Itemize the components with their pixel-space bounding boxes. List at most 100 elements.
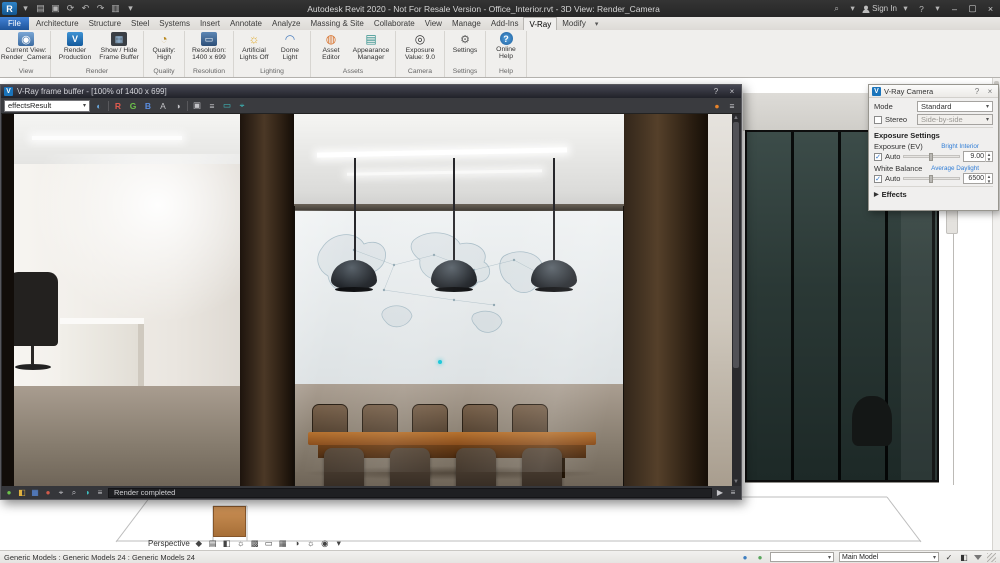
- save-image-icon[interactable]: ▣: [191, 100, 203, 112]
- vfb-close-button[interactable]: ×: [726, 87, 738, 96]
- vfb-help-button[interactable]: ?: [710, 87, 722, 96]
- blue-channel-icon[interactable]: B: [142, 100, 154, 112]
- wb-slider[interactable]: [903, 175, 960, 183]
- tab-view[interactable]: View: [420, 17, 447, 30]
- exposure-slider[interactable]: [903, 153, 960, 161]
- color-corrections-icon[interactable]: ◧: [17, 488, 27, 498]
- alpha-channel-icon[interactable]: A: [157, 100, 169, 112]
- stamp-icon[interactable]: ●: [4, 488, 14, 498]
- active-design-option-select[interactable]: Main Model ▾: [839, 552, 939, 562]
- tab-manage[interactable]: Manage: [447, 17, 486, 30]
- monochrome-icon[interactable]: ◑: [172, 100, 184, 112]
- save-icon[interactable]: ▣: [49, 2, 62, 15]
- wb-auto-checkbox[interactable]: ✓: [874, 174, 882, 183]
- exclude-options-icon[interactable]: ✓: [944, 553, 954, 562]
- customize-qat-caret-icon[interactable]: ▾: [124, 2, 137, 15]
- vfb-vertical-scrollbar[interactable]: ▲ ▼: [732, 114, 740, 486]
- vray-frame-buffer-window[interactable]: V V-Ray frame buffer - [100% of 1400 x 6…: [0, 84, 742, 500]
- history-panel-icon[interactable]: ≡: [95, 488, 105, 498]
- tab-steel[interactable]: Steel: [126, 17, 154, 30]
- compare-images-icon[interactable]: ▦: [30, 488, 40, 498]
- vcam-help-button[interactable]: ?: [972, 87, 982, 96]
- undo-icon[interactable]: ↶: [79, 2, 92, 15]
- request-icon[interactable]: ●: [755, 553, 765, 562]
- help-caret-icon[interactable]: ▾: [931, 2, 944, 15]
- exposure-value-button[interactable]: ◎ Exposure Value: 9.0: [399, 31, 441, 62]
- render-production-button[interactable]: V Render Production: [54, 31, 96, 62]
- progress-icon[interactable]: ▶: [715, 488, 725, 498]
- temporary-hide-isolate-icon[interactable]: ◑: [292, 538, 302, 548]
- navigation-bar-widget[interactable]: [946, 208, 958, 234]
- current-view-button[interactable]: ◉ Current View: Render_Camera: [1, 31, 51, 62]
- worksharing-icon[interactable]: ●: [740, 553, 750, 562]
- scale-icon[interactable]: ◆: [194, 538, 204, 549]
- dome-light-button[interactable]: ◠ Dome Light: [273, 31, 307, 62]
- open-icon[interactable]: ▤: [34, 2, 47, 15]
- lens-effects-icon[interactable]: ●: [43, 488, 53, 498]
- artificial-lights-button[interactable]: ☼ Artificial Lights Off: [237, 31, 271, 62]
- help-icon[interactable]: ?: [915, 2, 928, 15]
- tab-collaborate[interactable]: Collaborate: [369, 17, 420, 30]
- scrollbar-thumb[interactable]: [733, 122, 739, 368]
- crop-view-icon[interactable]: ▭: [264, 538, 274, 549]
- region-render-icon[interactable]: ▭: [221, 100, 233, 112]
- temporary-view-properties-icon[interactable]: ◉: [320, 538, 330, 549]
- exposure-auto-checkbox[interactable]: ✓: [874, 152, 882, 161]
- stereo-mode-select[interactable]: Side-by-side ▾: [917, 114, 993, 125]
- save-all-channels-icon[interactable]: ◐: [93, 100, 105, 112]
- show-hide-frame-buffer-button[interactable]: ▦ Show / Hide Frame Buffer: [98, 31, 140, 62]
- wb-value-field[interactable]: 6500 ▲ ▼: [963, 173, 993, 184]
- vray-camera-panel[interactable]: V V-Ray Camera ? × Mode Standard ▾ Stere…: [868, 84, 999, 211]
- wb-spinner[interactable]: ▲ ▼: [985, 173, 992, 184]
- resize-grip[interactable]: [987, 552, 996, 562]
- channel-select[interactable]: effectsResult ▾: [4, 99, 90, 112]
- design-option-select[interactable]: ▾: [770, 552, 834, 562]
- vcam-title-bar[interactable]: V V-Ray Camera ? ×: [869, 85, 998, 98]
- sign-in-button[interactable]: Sign In ▾: [862, 2, 912, 15]
- print-icon[interactable]: ▥: [109, 2, 122, 15]
- vfb-options-icon[interactable]: ≡: [726, 100, 738, 112]
- tab-analyze[interactable]: Analyze: [267, 17, 305, 30]
- maximize-button[interactable]: ▢: [965, 2, 980, 15]
- view-bar-caret-icon[interactable]: ▾: [334, 538, 344, 549]
- tab-file[interactable]: File: [0, 17, 29, 30]
- redo-icon[interactable]: ↷: [94, 2, 107, 15]
- message-log-icon[interactable]: ≡: [728, 488, 738, 498]
- tab-insert[interactable]: Insert: [195, 17, 225, 30]
- exposure-spinner[interactable]: ▲ ▼: [985, 151, 992, 162]
- tab-annotate[interactable]: Annotate: [225, 17, 267, 30]
- tab-addins[interactable]: Add-Ins: [486, 17, 524, 30]
- online-help-button[interactable]: ? Online Help: [489, 31, 523, 61]
- mode-select[interactable]: Standard ▾: [917, 101, 993, 112]
- editable-only-icon[interactable]: ◧: [959, 553, 969, 562]
- detail-level-icon[interactable]: ▤: [208, 538, 218, 549]
- search-icon[interactable]: ⌕: [830, 2, 843, 15]
- reveal-hidden-elements-icon[interactable]: ☼: [306, 538, 316, 548]
- green-channel-icon[interactable]: G: [127, 100, 139, 112]
- revit-logo-icon[interactable]: R: [2, 2, 17, 15]
- vcam-close-button[interactable]: ×: [985, 87, 995, 96]
- resolution-button[interactable]: ▭ Resolution: 1400 x 699: [188, 31, 230, 62]
- zoom-icon[interactable]: ⌕: [69, 488, 79, 498]
- quality-button[interactable]: ◔ Quality: High: [147, 31, 181, 62]
- app-menu-caret-icon[interactable]: ▾: [19, 2, 32, 15]
- rendered-image[interactable]: [2, 114, 732, 486]
- tab-massing-site[interactable]: Massing & Site: [305, 17, 368, 30]
- tab-architecture[interactable]: Architecture: [31, 17, 84, 30]
- pixel-info-icon[interactable]: ◑: [82, 488, 92, 498]
- stereo-checkbox[interactable]: [874, 115, 882, 124]
- asset-editor-button[interactable]: ◍ Asset Editor: [314, 31, 348, 62]
- sun-path-icon[interactable]: ☼: [236, 538, 246, 548]
- exposure-value-field[interactable]: 9.00 ▲ ▼: [963, 151, 993, 162]
- red-channel-icon[interactable]: R: [112, 100, 124, 112]
- filter-icon[interactable]: [974, 554, 982, 560]
- tab-modify[interactable]: Modify: [557, 17, 591, 30]
- search-caret-icon[interactable]: ▾: [846, 2, 859, 15]
- shadows-icon[interactable]: ▩: [250, 538, 260, 549]
- pan-icon[interactable]: ⌖: [56, 488, 66, 498]
- history-icon[interactable]: ≡: [206, 100, 218, 112]
- tab-structure[interactable]: Structure: [84, 17, 126, 30]
- visual-style-icon[interactable]: ◧: [222, 538, 232, 549]
- close-button[interactable]: ×: [983, 2, 998, 15]
- ribbon-state-caret-icon[interactable]: ▾: [591, 17, 603, 30]
